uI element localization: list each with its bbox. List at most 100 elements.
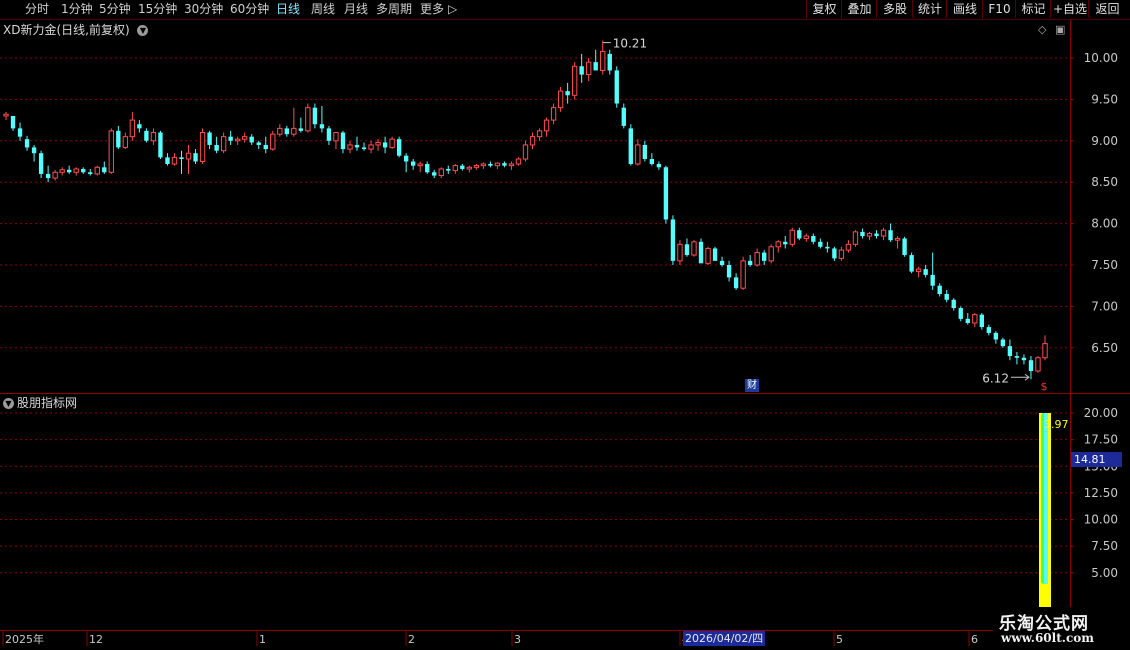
candle-body-down	[165, 157, 170, 164]
candle-body-down	[726, 265, 732, 278]
candle-body-down	[249, 136, 254, 143]
candle-body-down	[214, 144, 219, 151]
time-axis-label: 2	[408, 633, 415, 646]
candle-body-down	[628, 128, 633, 164]
candle-body-down	[179, 157, 184, 160]
candle-body-down	[712, 248, 718, 261]
indicator-tick-label: 5.00	[1091, 566, 1118, 580]
chart-canvas[interactable]: 10.00 9.50 9.00 8.50 8.00 7.50 7.00 6.50 10.21 6.…	[0, 0, 1130, 650]
candle-body-up	[234, 138, 241, 142]
candle-body-down	[24, 139, 30, 148]
candle-body-up	[754, 252, 760, 266]
price-tick-label: 8.50	[1091, 175, 1118, 189]
candle-body-down	[951, 299, 956, 309]
time-axis-label: 3	[514, 633, 521, 646]
candle-body-down	[832, 248, 837, 259]
candle-body-up	[171, 156, 178, 165]
candle-body-down	[909, 255, 914, 272]
candle-body-down	[993, 332, 999, 340]
candle-body-down	[944, 293, 949, 300]
time-axis-label: 6	[971, 633, 978, 646]
candle-body-down	[888, 230, 893, 241]
candle-body-down	[361, 147, 367, 150]
candle-body-up	[536, 130, 543, 138]
candle-body-down	[207, 132, 212, 145]
candle-body-up	[59, 169, 65, 173]
candle-body-down	[614, 70, 619, 104]
candle-body-down	[811, 236, 816, 242]
candle-body-up	[768, 246, 774, 262]
candle-body-down	[797, 230, 802, 239]
candle-body-down	[38, 153, 44, 174]
candle-body-down	[1014, 356, 1020, 358]
candle-body-down	[81, 168, 86, 173]
candle-body-down	[930, 274, 935, 286]
price-tick-label: 7.00	[1091, 299, 1118, 313]
candle-body-up	[122, 136, 129, 148]
candle-body-up	[73, 168, 79, 173]
price-tick-label: 10.00	[1084, 51, 1118, 65]
candle-body-up	[347, 144, 353, 150]
candle-body-up	[291, 127, 297, 135]
candle-body-down	[116, 130, 121, 148]
candle-body-down	[747, 260, 753, 265]
candle-body-up	[880, 229, 887, 237]
chevron-down-icon[interactable]: ▼	[3, 398, 14, 409]
candle-body-down	[649, 159, 655, 164]
cursor-date: 2026/04/02/四	[683, 631, 766, 646]
candle-body-up	[417, 163, 423, 167]
candle-body-down	[1000, 339, 1006, 347]
indicator-marker-value: 14.81	[1071, 452, 1122, 467]
indicator-tick-label: 12.50	[1084, 486, 1118, 500]
candle-body-down	[733, 277, 739, 289]
indicator-tick-label: 10.00	[1084, 513, 1118, 527]
candle-body-down	[460, 165, 465, 169]
candle-body-up	[94, 166, 100, 175]
candle-body-down	[228, 136, 233, 141]
candle-body-up	[438, 168, 444, 177]
candle-body-up	[52, 171, 58, 179]
time-axis-label: 5	[836, 633, 843, 646]
candle-body-up	[803, 235, 809, 240]
candle-body-down	[432, 172, 437, 176]
candle-body-up	[199, 132, 206, 163]
candle-body-up	[894, 238, 901, 241]
candle-body-down	[1028, 360, 1034, 371]
candle-body-up	[845, 243, 852, 251]
candle-body-down	[719, 260, 725, 265]
candle-body-down	[284, 128, 289, 135]
candle-body-down	[979, 314, 984, 328]
candle-body-down	[1007, 346, 1013, 357]
candle-body-down	[88, 172, 93, 174]
candle-body-up	[220, 136, 227, 152]
candle-body-down	[818, 241, 823, 247]
candle-body-down	[902, 238, 907, 256]
candle-body-up	[270, 133, 276, 150]
candle-body-down	[354, 144, 360, 148]
candle-body-down	[67, 169, 72, 173]
candle-body-down	[565, 91, 570, 96]
candle-body-down	[1021, 357, 1027, 361]
candle-body-up	[515, 158, 522, 165]
indicator-name: 股朋指标网	[17, 396, 78, 410]
candle-body-up	[529, 136, 536, 146]
candle-body-up	[242, 136, 248, 140]
candle-body-up	[333, 132, 339, 142]
candle-body-up	[150, 132, 157, 142]
candle-body-up	[375, 141, 381, 146]
candle-body-down	[923, 269, 928, 275]
price-tick-label: 9.00	[1091, 134, 1118, 148]
candle-body-up	[1035, 357, 1041, 372]
candle-body-up	[586, 61, 592, 76]
candle-body-up	[368, 144, 374, 150]
candle-body-up	[305, 107, 311, 132]
candle-body-up	[550, 107, 557, 121]
candle-body-up	[466, 166, 473, 170]
candle-body-up	[3, 113, 9, 117]
candle-body-up	[838, 249, 845, 259]
candle-body-down	[965, 318, 970, 323]
finance-badge[interactable]: 财	[745, 379, 759, 392]
candle-body-down	[656, 163, 662, 168]
candle-body-down	[263, 144, 268, 150]
candle-body-down	[937, 285, 942, 294]
